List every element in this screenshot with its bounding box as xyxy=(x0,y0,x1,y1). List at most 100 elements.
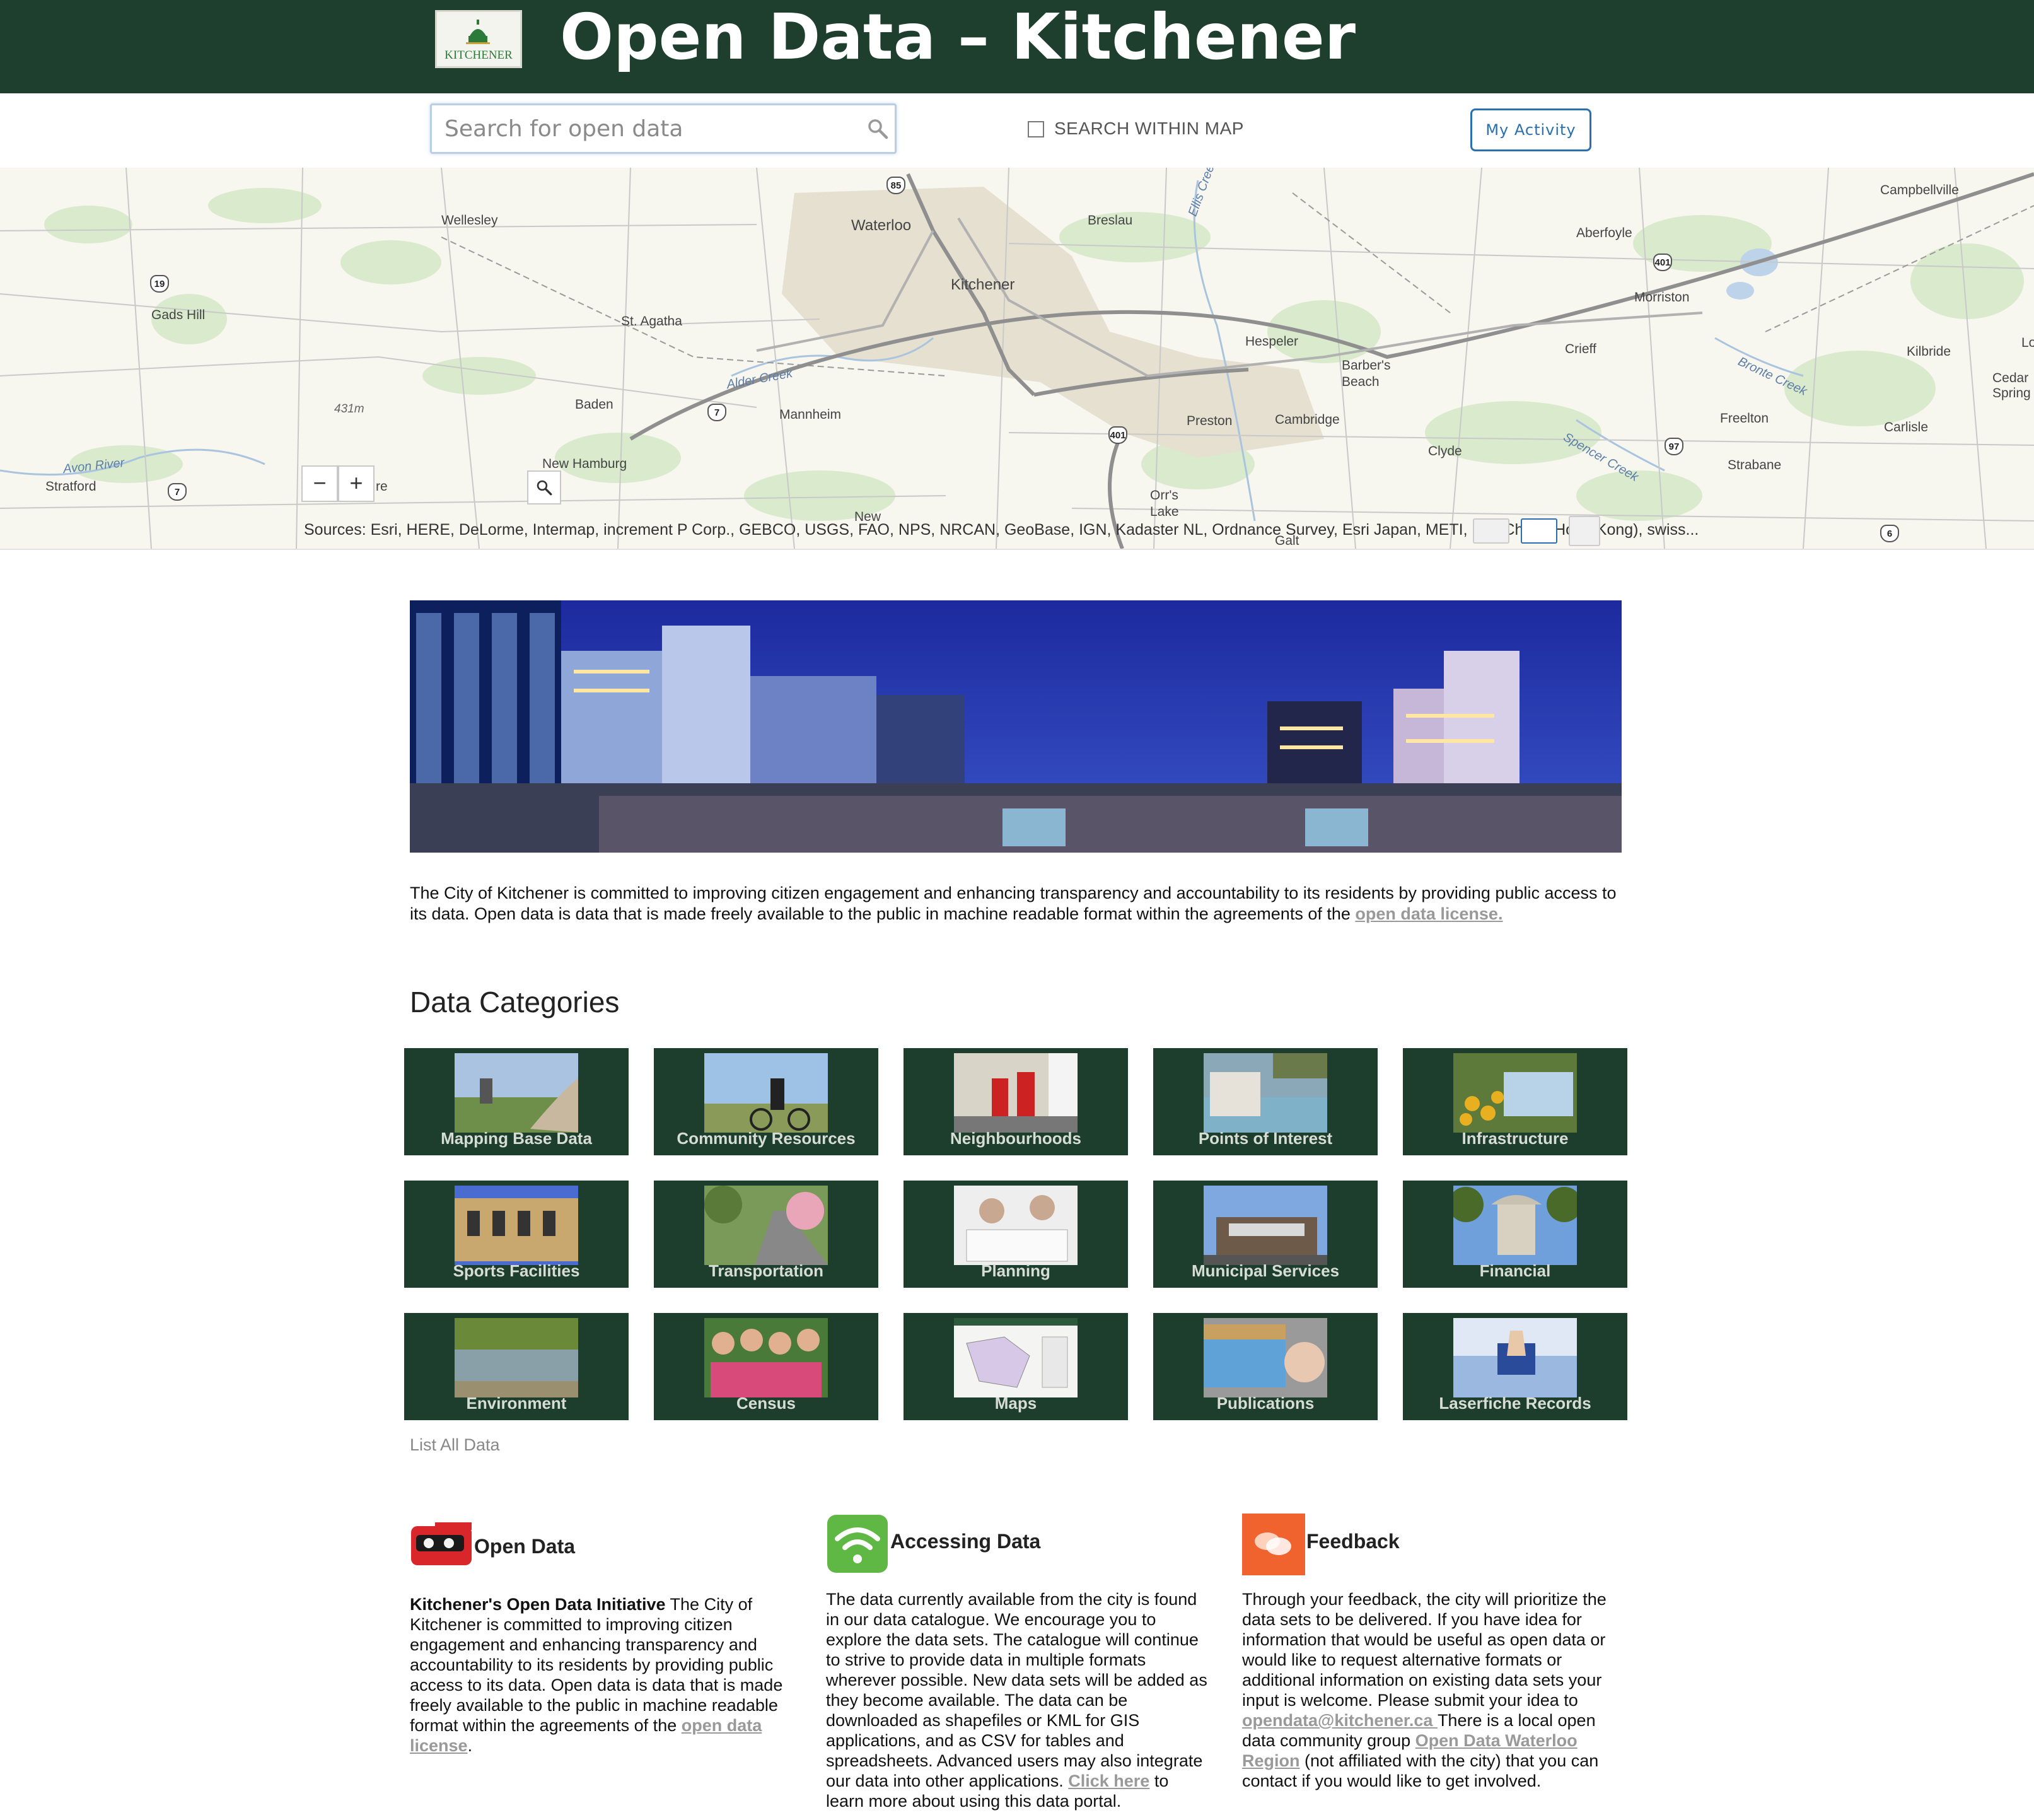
category-tile-financial[interactable]: Financial xyxy=(1403,1181,1627,1288)
map-label: Wellesley xyxy=(441,213,498,228)
map-label: Cedar xyxy=(1992,371,2029,385)
category-label: Census xyxy=(736,1394,796,1413)
community-resources-photo xyxy=(704,1053,828,1133)
category-label: Financial xyxy=(1479,1261,1551,1280)
search-icon[interactable] xyxy=(867,118,888,139)
city-hall-dome-icon xyxy=(466,20,490,44)
map-label: Orr's xyxy=(1150,488,1178,503)
mapping-base-data-photo xyxy=(455,1053,578,1133)
accessing-data-text: The data currently available from the ci… xyxy=(826,1590,1207,1790)
open-data-text: The City of Kitchener is committed to im… xyxy=(410,1595,783,1735)
map-label: Strabane xyxy=(1728,458,1782,472)
category-label: Transportation xyxy=(708,1261,823,1280)
map-label: Morriston xyxy=(1634,290,1690,305)
maps-photo xyxy=(954,1318,1078,1397)
category-tile-infrastructure[interactable]: Infrastructure xyxy=(1403,1048,1627,1155)
map-label: Carlisle xyxy=(1884,420,1929,435)
open-data-body: Kitchener's Open Data Initiative The Cit… xyxy=(410,1594,794,1756)
category-label: Publications xyxy=(1216,1394,1315,1413)
zoom-out-button[interactable]: − xyxy=(301,465,338,502)
search-box[interactable] xyxy=(430,103,897,154)
map-label: Preston xyxy=(1187,414,1233,428)
map-label: Cambridge xyxy=(1275,412,1340,427)
map-label: Breslau xyxy=(1088,213,1133,228)
map-label: Baden xyxy=(575,397,613,412)
map-label: re xyxy=(376,479,388,494)
site-title: Open Data – Kitchener xyxy=(560,0,1356,74)
map-label: Kitchener xyxy=(951,276,1015,293)
zoom-in-button[interactable]: + xyxy=(338,465,375,502)
city-skyline-banner xyxy=(410,600,1622,853)
category-tile-planning[interactable]: Planning xyxy=(904,1181,1128,1288)
feedback-text: Through your feedback, the city will pri… xyxy=(1242,1590,1607,1710)
basemap-switch-imagery[interactable] xyxy=(1569,516,1600,546)
map-label: Crieff xyxy=(1565,342,1596,356)
highway-shield: 401 xyxy=(1108,426,1127,444)
feedback-body: Through your feedback, the city will pri… xyxy=(1242,1589,1627,1791)
map-label: Campbellville xyxy=(1880,183,1959,197)
map-search-button[interactable] xyxy=(527,470,561,505)
sports-facilities-photo xyxy=(455,1186,578,1265)
open-data-title: Open Data xyxy=(474,1535,576,1558)
accessing-data-title: Accessing Data xyxy=(890,1530,1041,1553)
laserfiche-records-photo xyxy=(1453,1318,1577,1397)
map-label: Stratford xyxy=(45,479,96,494)
chat-bubbles-icon xyxy=(1242,1514,1305,1575)
category-label: Maps xyxy=(994,1394,1037,1413)
financial-photo xyxy=(1453,1186,1577,1265)
skyline-image xyxy=(410,600,1622,853)
highway-shield: 7 xyxy=(168,483,187,501)
category-tile-neighbourhoods[interactable]: Neighbourhoods xyxy=(904,1048,1128,1155)
highway-shield: 401 xyxy=(1653,254,1672,271)
points-of-interest-photo xyxy=(1204,1053,1327,1133)
list-all-data-link[interactable]: List All Data xyxy=(410,1435,500,1455)
highway-shield: 19 xyxy=(150,275,169,293)
search-input[interactable] xyxy=(445,105,848,152)
basemap-switch-light[interactable] xyxy=(1473,518,1509,544)
data-categories-heading: Data Categories xyxy=(410,986,620,1018)
transportation-photo xyxy=(704,1186,828,1265)
map-label: New Hamburg xyxy=(542,457,627,471)
map-label: Lake xyxy=(1150,505,1179,519)
category-tile-municipal-services[interactable]: Municipal Services xyxy=(1153,1181,1378,1288)
category-tile-publications[interactable]: Publications xyxy=(1153,1313,1378,1420)
map-label: Spring xyxy=(1992,386,2031,400)
category-tile-laserfiche-records[interactable]: Laserfiche Records xyxy=(1403,1313,1627,1420)
map-label: Barber's xyxy=(1342,358,1391,373)
map-label: Freelton xyxy=(1720,411,1769,426)
opendata-email-link[interactable]: opendata@kitchener.ca xyxy=(1242,1711,1438,1730)
search-within-map-checkbox[interactable] xyxy=(1028,121,1044,137)
category-tile-transportation[interactable]: Transportation xyxy=(654,1181,878,1288)
map-viewer[interactable]: Wellesley Waterloo Breslau Kitchener Gad… xyxy=(0,168,2034,550)
wifi-icon xyxy=(827,1515,888,1573)
highway-shield: 6 xyxy=(1880,525,1899,542)
open-data-end: . xyxy=(467,1736,473,1755)
kitchener-logo[interactable]: KITCHENER xyxy=(435,10,522,68)
accessing-data-body: The data currently available from the ci… xyxy=(826,1589,1211,1811)
map-label: Waterloo xyxy=(851,217,912,234)
neighbourhoods-photo xyxy=(954,1053,1078,1133)
category-tile-community-resources[interactable]: Community Resources xyxy=(654,1048,878,1155)
my-activity-button[interactable]: My Activity xyxy=(1470,108,1591,151)
map-label: Beach xyxy=(1342,375,1380,389)
search-toolbar: SEARCH WITHIN MAP My Activity xyxy=(0,93,2034,169)
click-here-link[interactable]: Click here xyxy=(1068,1771,1149,1790)
map-label: Kilbride xyxy=(1907,344,1951,359)
map-label: Aberfoyle xyxy=(1576,226,1632,240)
category-tile-mapping-base-data[interactable]: Mapping Base Data xyxy=(404,1048,629,1155)
highway-shield: 85 xyxy=(886,177,905,194)
search-within-map-label[interactable]: SEARCH WITHIN MAP xyxy=(1054,119,1244,139)
category-tile-environment[interactable]: Environment xyxy=(404,1313,629,1420)
open-data-license-link[interactable]: open data license. xyxy=(1355,904,1502,923)
viewmaster-icon xyxy=(411,1522,472,1565)
category-tile-census[interactable]: Census xyxy=(654,1313,878,1420)
basemap-switch-topo[interactable] xyxy=(1521,518,1557,544)
map-label: Mannheim xyxy=(779,407,842,422)
category-label: Mapping Base Data xyxy=(441,1129,592,1148)
logo-text: KITCHENER xyxy=(445,49,513,62)
category-tile-points-of-interest[interactable]: Points of Interest xyxy=(1153,1048,1378,1155)
municipal-services-photo xyxy=(1204,1186,1327,1265)
category-tile-sports-facilities[interactable]: Sports Facilities xyxy=(404,1181,629,1288)
infrastructure-photo xyxy=(1453,1053,1577,1133)
category-tile-maps[interactable]: Maps xyxy=(904,1313,1128,1420)
